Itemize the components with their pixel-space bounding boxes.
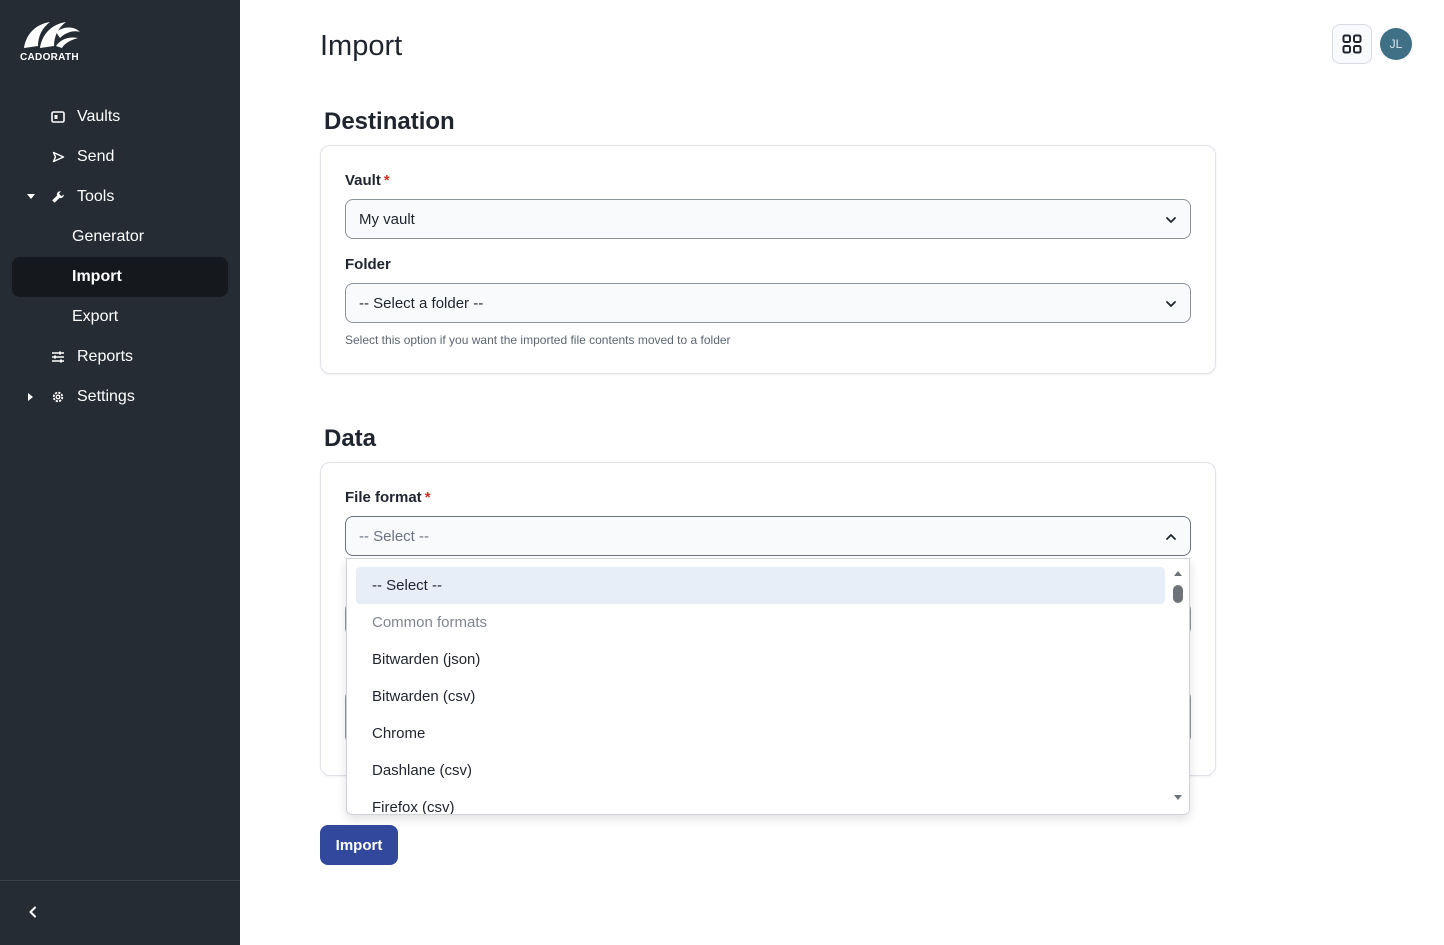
option-group-common-formats: Common formats [372,614,488,631]
account-avatar[interactable]: JL [1380,28,1412,60]
sidebar-item-tools[interactable]: Tools [0,177,240,217]
vault-icon [50,109,66,125]
folder-select-value: -- Select a folder -- [359,294,484,312]
sidebar-item-settings[interactable]: Settings [0,377,240,417]
option-bitwarden-json[interactable]: Bitwarden (json) [356,641,1165,678]
required-marker: * [383,172,390,189]
option-firefox-csv[interactable]: Firefox (csv) [356,789,1165,814]
sidebar-item-vaults[interactable]: Vaults [0,97,240,137]
brand-name: CADORATH [20,52,79,63]
send-icon [50,149,66,165]
sidebar-item-label: Export [72,308,119,325]
required-marker: * [424,489,431,506]
collapse-sidebar-button[interactable] [24,903,42,921]
file-format-label: File format * [345,489,431,506]
file-format-label-text: File format [345,489,422,506]
file-format-select[interactable]: -- Select -- [345,516,1191,556]
destination-heading: Destination [324,108,455,135]
chevron-left-icon [29,906,36,918]
sidebar-item-label: Tools [77,188,115,205]
folder-label: Folder [345,256,391,273]
vault-label: Vault * [345,172,390,189]
grid-icon [1342,34,1362,54]
sidebar-item-label: Reports [77,348,134,365]
sidebar-item-generator[interactable]: Generator [0,217,240,257]
sidebar-item-import[interactable]: Import [12,257,228,297]
sidebar-item-export[interactable]: Export [0,297,240,337]
sidebar-item-label: Generator [72,228,145,245]
option-bitwarden-csv[interactable]: Bitwarden (csv) [356,678,1165,715]
import-button[interactable]: Import [320,825,398,865]
sidebar-item-label: Send [77,148,115,165]
chevron-down-icon [1166,217,1176,223]
caret-right-icon[interactable] [26,392,36,402]
dropdown-scrollbar[interactable] [1167,559,1189,814]
sliders-icon [50,349,66,365]
wrench-icon [50,189,66,205]
sidebar-item-label: Import [72,268,122,285]
sidebar-item-label: Settings [77,388,135,405]
scroll-down-arrow[interactable] [1174,795,1182,800]
product-switcher-button[interactable] [1332,24,1372,64]
chevron-down-icon [1166,301,1176,307]
page-title: Import [320,30,403,62]
sidebar-item-send[interactable]: Send [0,137,240,177]
folder-select[interactable]: -- Select a folder -- [345,283,1191,323]
sidebar-footer [0,880,240,945]
sidebar-item-reports[interactable]: Reports [0,337,240,377]
file-format-dropdown[interactable]: -- Select -- Common formats Bitwarden (j… [346,558,1190,815]
vault-select[interactable]: My vault [345,199,1191,239]
caret-down-icon[interactable] [26,192,36,202]
scroll-up-arrow[interactable] [1174,571,1182,576]
sidebar: CADORATH Vaults Send Tools Generator Imp… [0,0,240,945]
sidebar-nav: Vaults Send Tools Generator Import Expor… [0,97,240,417]
vault-label-text: Vault [345,172,381,189]
sidebar-item-label: Vaults [77,108,121,125]
scroll-thumb[interactable] [1173,585,1183,603]
option-chrome[interactable]: Chrome [356,715,1165,752]
file-format-select-value: -- Select -- [359,527,430,545]
chevron-up-icon [1166,534,1176,540]
option-dashlane-csv[interactable]: Dashlane (csv) [356,752,1165,789]
data-heading: Data [324,425,377,452]
gear-icon [50,389,66,405]
vault-select-value: My vault [359,210,415,228]
option-select[interactable]: -- Select -- [356,567,1165,604]
folder-hint: Select this option if you want the impor… [345,333,731,347]
